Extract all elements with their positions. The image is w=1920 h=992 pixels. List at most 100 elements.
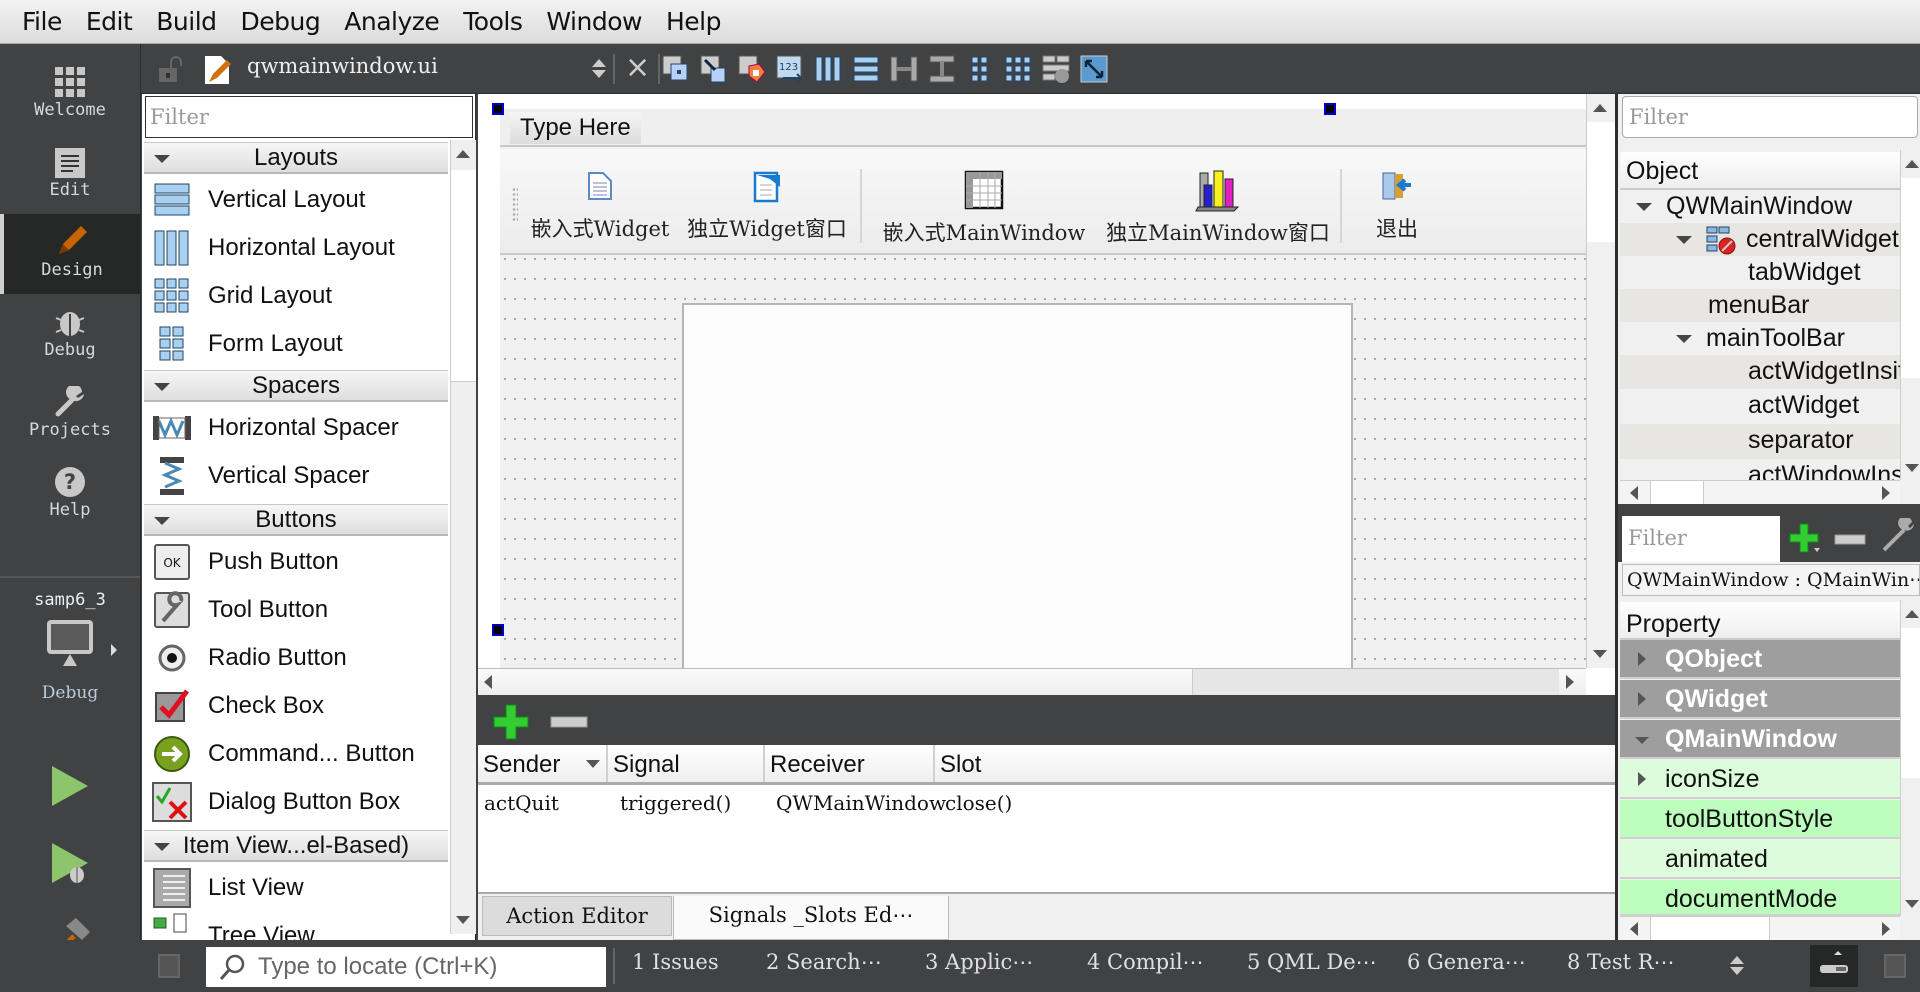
adjust-size-icon[interactable] bbox=[1079, 54, 1109, 84]
lay-out-horizontally-icon[interactable] bbox=[813, 54, 843, 84]
lay-out-grid-icon[interactable] bbox=[1003, 54, 1033, 84]
cell-slot[interactable]: close() bbox=[945, 787, 1012, 819]
pane-application-output[interactable]: 3 Applic⋯ bbox=[925, 950, 1033, 974]
tree-item-separator[interactable]: separator bbox=[1620, 424, 1900, 459]
widget-filter-input[interactable]: Filter bbox=[145, 96, 473, 138]
mode-welcome[interactable]: Welcome bbox=[0, 54, 140, 134]
toggle-output-pane-button[interactable] bbox=[1810, 945, 1858, 987]
menu-window[interactable]: Window bbox=[546, 7, 642, 36]
break-layout-icon[interactable] bbox=[1041, 54, 1071, 84]
widget-box-scrollbar[interactable] bbox=[450, 140, 476, 934]
tree-item-centralwidget[interactable]: centralWidget bbox=[1620, 223, 1900, 256]
pane-test-results[interactable]: 8 Test R⋯ bbox=[1567, 950, 1675, 974]
object-filter-input[interactable]: Filter bbox=[1622, 96, 1918, 138]
remove-dynamic-property-icon[interactable] bbox=[1834, 534, 1866, 546]
category-buttons[interactable]: Buttons bbox=[144, 504, 448, 536]
widget-command-link-button[interactable]: Command... Button bbox=[144, 730, 448, 778]
splitter-horizontal-icon[interactable] bbox=[889, 54, 919, 84]
form-horizontal-scrollbar[interactable] bbox=[478, 668, 1586, 695]
resize-handle-top[interactable] bbox=[1324, 103, 1336, 115]
category-item-views[interactable]: Item View...el-Based) bbox=[144, 830, 448, 862]
toggle-right-sidebar-icon[interactable] bbox=[1884, 954, 1906, 978]
splitter-vertical-icon[interactable] bbox=[927, 54, 957, 84]
cell-sender[interactable]: actQuit bbox=[484, 787, 559, 819]
action-window[interactable]: 独立MainWindow窗口 bbox=[1102, 163, 1334, 247]
toggle-sidebar-icon[interactable] bbox=[158, 954, 180, 978]
mode-edit[interactable]: Edit bbox=[0, 134, 140, 214]
toolbar-grip[interactable] bbox=[512, 187, 518, 223]
pane-general-messages[interactable]: 6 Genera⋯ bbox=[1407, 950, 1526, 974]
tab-signals-slots-editor[interactable]: Signals _Slots Ed⋯ bbox=[673, 896, 949, 940]
mode-design[interactable]: Design bbox=[0, 214, 140, 294]
action-widget[interactable]: 独立Widget窗口 bbox=[678, 159, 856, 243]
menu-tools[interactable]: Tools bbox=[463, 7, 523, 36]
widget-grid-layout[interactable]: Grid Layout bbox=[144, 272, 448, 320]
mode-help[interactable]: ? Help bbox=[0, 454, 140, 534]
column-signal[interactable]: Signal bbox=[608, 745, 765, 782]
cell-signal[interactable]: triggered() bbox=[620, 787, 731, 819]
object-horizontal-scrollbar[interactable] bbox=[1620, 480, 1900, 504]
widget-form-layout[interactable]: Form Layout bbox=[144, 320, 448, 368]
resize-handle-top-left[interactable] bbox=[492, 103, 504, 115]
tree-item-actwidget[interactable]: actWidget bbox=[1620, 389, 1900, 424]
property-filter-input[interactable]: Filter bbox=[1622, 516, 1780, 562]
widget-radio-button[interactable]: Radio Button bbox=[144, 634, 448, 682]
widget-tree-view[interactable]: Tree View bbox=[144, 912, 448, 940]
property-group-qmainwindow[interactable]: QMainWindow bbox=[1620, 720, 1900, 759]
add-dynamic-property-icon[interactable] bbox=[1788, 522, 1822, 556]
edit-widgets-icon[interactable] bbox=[661, 54, 691, 84]
cell-receiver[interactable]: QWMainWindow bbox=[776, 787, 946, 819]
mode-debug[interactable]: Debug bbox=[0, 294, 140, 374]
column-slot[interactable]: Slot bbox=[935, 745, 1615, 782]
form-vertical-scrollbar[interactable] bbox=[1586, 94, 1615, 668]
property-horizontal-scrollbar[interactable] bbox=[1620, 916, 1900, 940]
resize-handle-left[interactable] bbox=[492, 624, 504, 636]
run-icon[interactable] bbox=[50, 764, 90, 808]
form-main-window[interactable]: Type Here 嵌入式Widget 独立Widget窗口 嵌入式MainWi… bbox=[500, 109, 1586, 668]
tree-item-actwidgetinsite[interactable]: actWidgetInsite bbox=[1620, 355, 1900, 389]
tab-action-editor[interactable]: Action Editor bbox=[482, 896, 672, 936]
column-sender[interactable]: Sender bbox=[478, 745, 608, 782]
configure-wrench-icon[interactable] bbox=[1880, 518, 1916, 554]
type-here-menu[interactable]: Type Here bbox=[510, 112, 641, 144]
widget-push-button[interactable]: OK Push Button bbox=[144, 538, 448, 586]
property-toolbuttonstyle[interactable]: toolButtonStyle bbox=[1620, 800, 1900, 839]
lay-out-form-icon[interactable] bbox=[965, 54, 995, 84]
widget-horizontal-spacer[interactable]: Horizontal Spacer bbox=[144, 404, 448, 452]
mode-projects[interactable]: Projects bbox=[0, 374, 140, 454]
object-vertical-scrollbar[interactable] bbox=[1900, 150, 1920, 480]
file-switch-icon[interactable] bbox=[592, 59, 606, 78]
property-iconsize[interactable]: iconSize bbox=[1620, 760, 1900, 799]
action-window-insite[interactable]: 嵌入式MainWindow bbox=[872, 163, 1096, 247]
tab-widget[interactable] bbox=[682, 303, 1353, 668]
pane-search-results[interactable]: 2 Search⋯ bbox=[766, 950, 882, 974]
action-widget-insite[interactable]: 嵌入式Widget bbox=[530, 159, 670, 243]
category-layouts[interactable]: Layouts bbox=[144, 142, 448, 174]
widget-vertical-spacer[interactable]: Vertical Spacer bbox=[144, 452, 448, 500]
pane-compile-output[interactable]: 4 Compil⋯ bbox=[1087, 950, 1204, 974]
menu-build[interactable]: Build bbox=[156, 7, 217, 36]
remove-connection-icon[interactable] bbox=[550, 715, 588, 729]
pane-qml-debugger[interactable]: 5 QML De⋯ bbox=[1247, 950, 1377, 974]
menu-help[interactable]: Help bbox=[666, 7, 722, 36]
edit-buddies-icon[interactable] bbox=[737, 54, 767, 84]
widget-list-view[interactable]: List View bbox=[144, 864, 448, 912]
menu-debug[interactable]: Debug bbox=[241, 7, 321, 36]
widget-tool-button[interactable]: Tool Button bbox=[144, 586, 448, 634]
edit-signals-slots-icon[interactable] bbox=[699, 54, 729, 84]
open-file-name[interactable]: qwmainwindow.ui bbox=[247, 54, 438, 78]
locator-input[interactable]: Type to locate (Ctrl+K) bbox=[206, 947, 606, 987]
menu-file[interactable]: File bbox=[22, 7, 62, 36]
close-document-icon[interactable]: × bbox=[625, 50, 650, 85]
edit-tab-order-icon[interactable]: 123 bbox=[775, 54, 805, 84]
property-vertical-scrollbar[interactable] bbox=[1900, 600, 1920, 916]
tree-item-actwindowinsite[interactable]: actWindowInsite bbox=[1620, 459, 1900, 480]
menu-analyze[interactable]: Analyze bbox=[344, 7, 440, 36]
widget-check-box[interactable]: Check Box bbox=[144, 682, 448, 730]
property-documentmode[interactable]: documentMode bbox=[1620, 880, 1900, 916]
property-group-qobject[interactable]: QObject bbox=[1620, 640, 1900, 679]
tree-item-menubar[interactable]: menuBar bbox=[1620, 289, 1900, 322]
menu-edit[interactable]: Edit bbox=[86, 7, 133, 36]
column-receiver[interactable]: Receiver bbox=[765, 745, 935, 782]
widget-dialog-button-box[interactable]: Dialog Button Box bbox=[144, 778, 448, 826]
